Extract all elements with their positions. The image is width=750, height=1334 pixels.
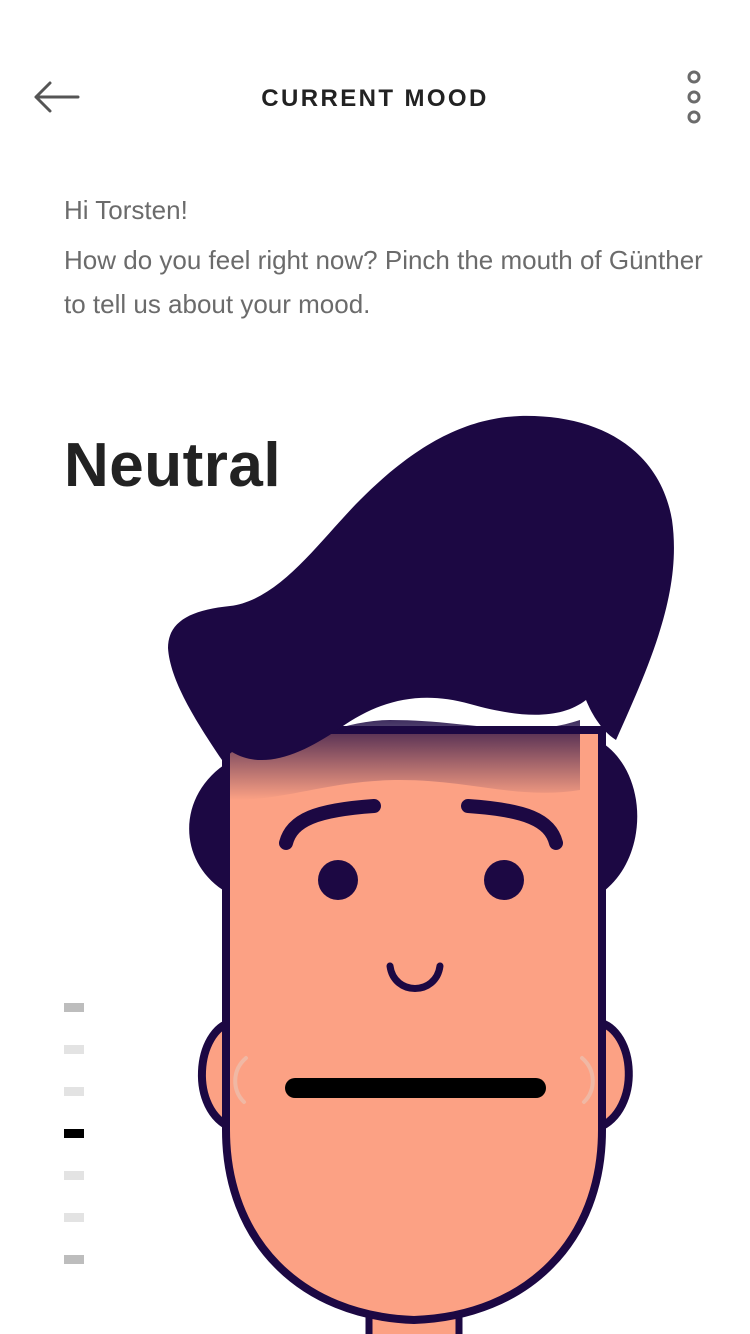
right-eye-shape [484,860,524,900]
hair-shape [168,415,674,761]
mood-scale [62,998,88,1268]
more-vertical-icon [687,70,701,124]
mood-scale-tick[interactable] [64,1045,84,1054]
app-bar: CURRENT MOOD [0,0,750,196]
character-illustration [168,415,674,1334]
intro-text: Hi Torsten! How do you feel right now? P… [64,188,704,326]
mood-scale-tick[interactable] [64,1171,84,1180]
mood-scale-tick[interactable] [64,1213,84,1222]
instruction-text: How do you feel right now? Pinch the mou… [64,245,703,319]
left-eye-shape [318,860,358,900]
more-options-button[interactable] [672,66,716,128]
mood-scale-tick[interactable] [64,1003,84,1012]
mood-scale-tick[interactable] [64,1255,84,1264]
mood-scale-tick[interactable] [64,1087,84,1096]
greeting-text: Hi Torsten! [64,195,188,225]
screen-title: CURRENT MOOD [261,85,489,112]
mood-scale-tick[interactable] [64,1129,84,1138]
character-gunther [150,400,690,1334]
